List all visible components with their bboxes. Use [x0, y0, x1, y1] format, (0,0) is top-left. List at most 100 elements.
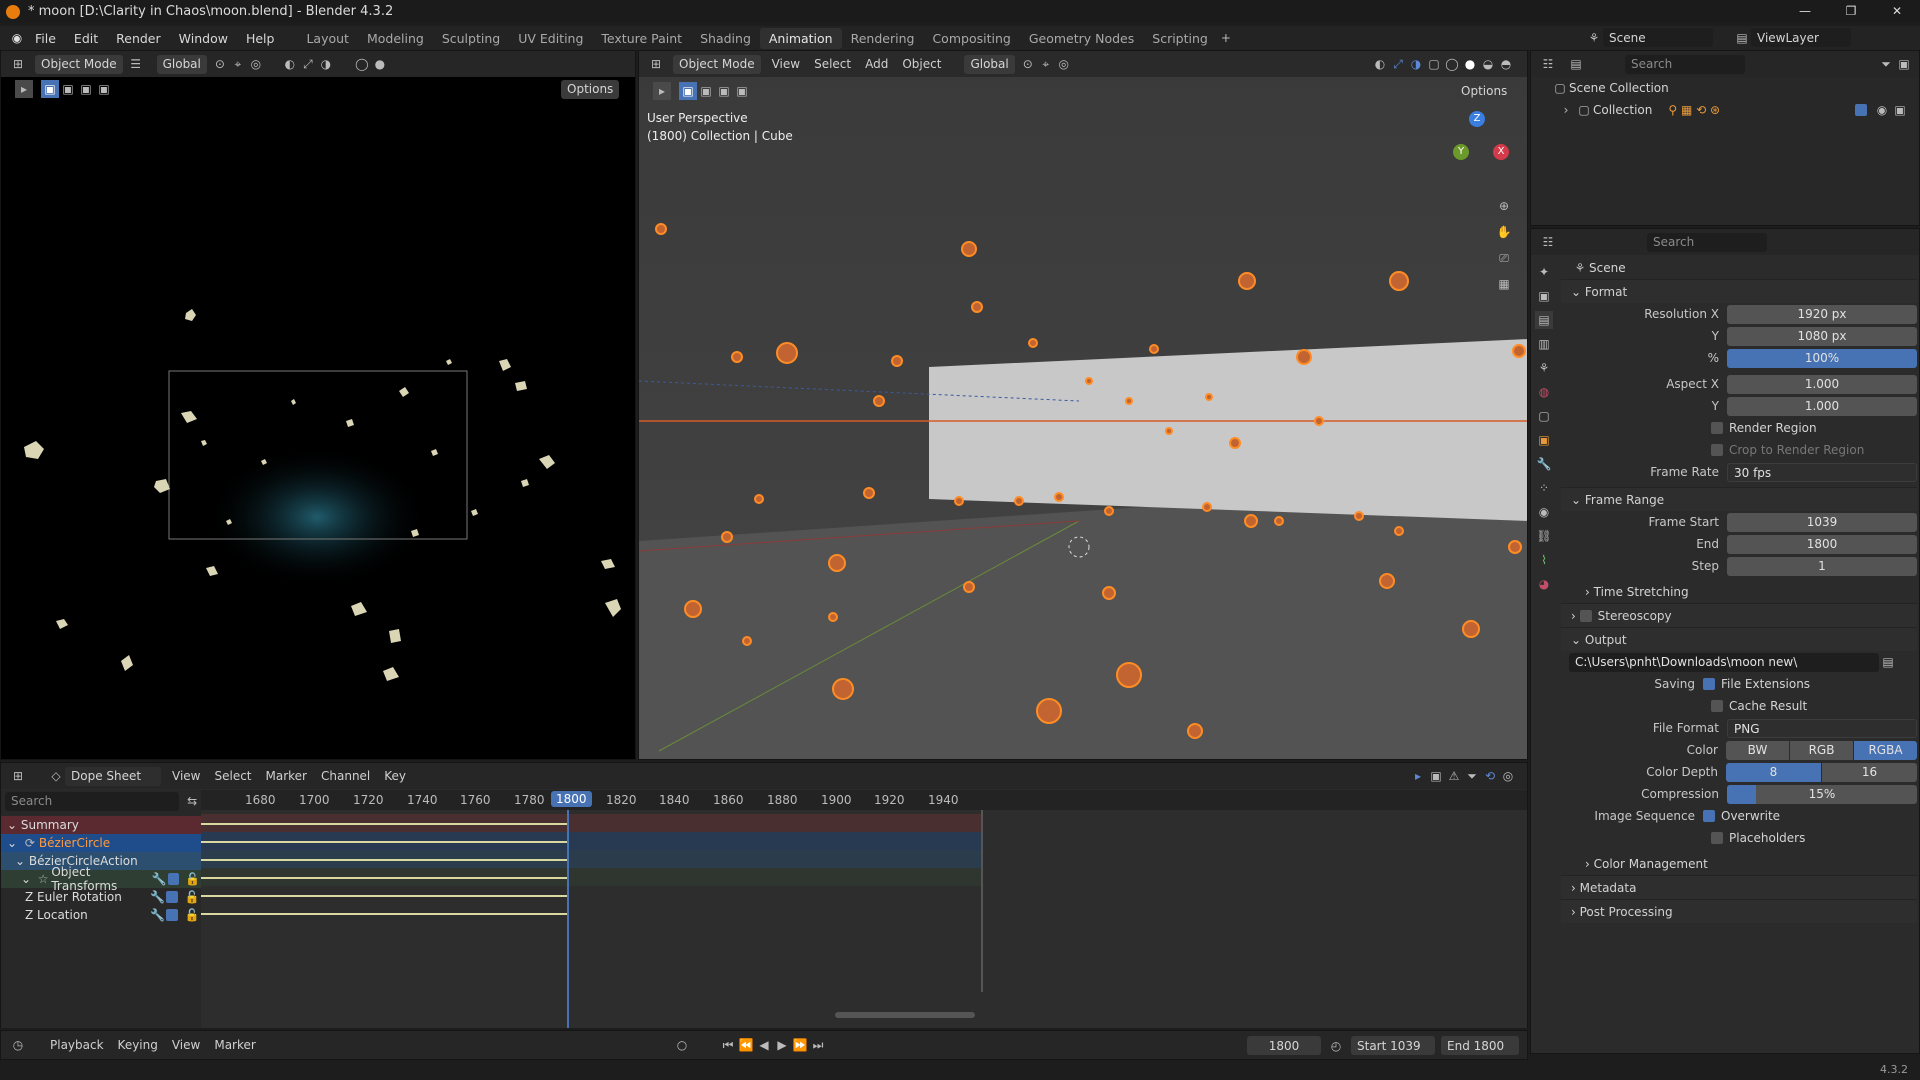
collection-exclude-checkbox[interactable] [1855, 104, 1867, 116]
orientation-dropdown[interactable]: Global [964, 54, 1015, 74]
placeholders-checkbox[interactable] [1711, 832, 1723, 844]
tab-rendering[interactable]: Rendering [842, 28, 924, 49]
menu-file[interactable]: File [26, 31, 65, 46]
modifier-tab-icon[interactable]: 🔧 [1535, 455, 1553, 473]
output-section[interactable]: ⌄ Output [1561, 627, 1917, 651]
aspect-x-field[interactable]: 1.000 [1727, 374, 1917, 394]
select-box-icon[interactable]: ▣ [41, 80, 59, 98]
color-management-subpanel[interactable]: › Color Management [1561, 853, 1917, 875]
menu-object[interactable]: Object [895, 57, 948, 71]
outliner-search[interactable]: Search [1625, 54, 1745, 74]
auto-keying-icon[interactable]: ○ [673, 1036, 691, 1054]
pan-hand-icon[interactable]: ✋ [1495, 223, 1513, 241]
playhead[interactable] [567, 810, 569, 1028]
minimize-button[interactable]: — [1782, 0, 1828, 23]
menu-marker[interactable]: Marker [207, 1038, 262, 1052]
object-tab-icon[interactable]: ▣ [1535, 431, 1553, 449]
snapping-icon[interactable]: ⟲ [1481, 767, 1499, 785]
pivot-icon[interactable]: ⊙ [211, 55, 229, 73]
lock-icon[interactable]: 🔓 [184, 906, 201, 924]
object-mode-dropdown[interactable]: Object Mode [673, 54, 761, 74]
show-hidden-icon[interactable]: ▣ [1427, 767, 1445, 785]
tab-texture-paint[interactable]: Texture Paint [592, 28, 691, 49]
editor-type-icon[interactable]: ⊞ [9, 55, 27, 73]
output-path-field[interactable]: C:\Users\pnht\Downloads\moon new\ [1569, 652, 1879, 672]
viewlayer-selector[interactable]: ViewLayer [1751, 28, 1851, 47]
folder-icon[interactable]: ▤ [1879, 653, 1897, 671]
menu-add[interactable]: Add [858, 57, 895, 71]
filter-icon[interactable]: ⏷ [1463, 767, 1481, 785]
menu-view[interactable]: View [165, 769, 207, 783]
display-mode-icon[interactable]: ▤ [1567, 55, 1585, 73]
time-stretching-subpanel[interactable]: › Time Stretching [1561, 581, 1917, 603]
visibility-icon[interactable]: ◐ [1371, 55, 1389, 73]
select-subtract-icon[interactable]: ▣ [77, 80, 95, 98]
frame-step-field[interactable]: 1 [1727, 556, 1917, 576]
clock-icon[interactable]: ◴ [1327, 1037, 1345, 1055]
editor-type-icon[interactable]: ⊞ [647, 55, 665, 73]
select-subtract-icon[interactable]: ▣ [715, 82, 733, 100]
tab-compositing[interactable]: Compositing [923, 28, 1019, 49]
xray-icon[interactable]: ▢ [1425, 55, 1443, 73]
tab-sculpting[interactable]: Sculpting [433, 28, 509, 49]
select-tool-icon[interactable]: ▸ [653, 82, 671, 100]
channel-z-location[interactable]: Z Location 🔧 🔓 [1, 906, 201, 924]
color-rgba-button[interactable]: RGBA [1854, 740, 1917, 760]
viewlayer-icon[interactable]: ▤ [1733, 29, 1751, 47]
tab-shading[interactable]: Shading [691, 28, 760, 49]
new-collection-icon[interactable]: ▣ [1895, 55, 1913, 73]
resolution-x-field[interactable]: 1920 px [1727, 304, 1917, 324]
options-button[interactable]: Options [1455, 81, 1514, 100]
channel-beziercircle[interactable]: ⌄ ⟳ BézierCircle [1, 834, 201, 852]
frame-end-field[interactable]: 1800 [1727, 534, 1917, 554]
visibility-icon[interactable]: ◐ [281, 55, 299, 73]
maximize-button[interactable]: ❐ [1828, 0, 1874, 23]
editor-type-icon[interactable]: ⊞ [9, 767, 27, 785]
camera-view-icon[interactable]: ⎚ [1495, 249, 1513, 267]
gizmo-y-axis[interactable]: Y [1453, 144, 1469, 160]
select-extend-icon[interactable]: ▣ [697, 82, 715, 100]
horizontal-scrollbar[interactable] [835, 1012, 975, 1018]
channel-mute-checkbox[interactable] [166, 891, 178, 903]
compression-slider[interactable]: 15% [1727, 784, 1917, 804]
close-button[interactable]: ✕ [1874, 0, 1920, 23]
solid-icon[interactable]: ● [1461, 55, 1479, 73]
scene-icon[interactable]: ⚘ [1585, 29, 1603, 47]
menu-playback[interactable]: Playback [43, 1038, 111, 1052]
menu-select[interactable]: Select [807, 57, 858, 71]
resolution-pct-field[interactable]: 100% [1727, 348, 1917, 368]
gizmo-z-axis[interactable]: Z [1469, 111, 1485, 127]
current-frame-indicator[interactable]: 1800 [551, 791, 592, 807]
select-extend-icon[interactable]: ▣ [59, 80, 77, 98]
orientation-dropdown[interactable]: Global [156, 54, 207, 74]
menu-icon[interactable]: ☰ [127, 55, 145, 73]
wrench-icon[interactable]: 🔧 [149, 888, 166, 906]
channel-object-transforms[interactable]: ⌄ ☆ Object Transforms 🔧 🔓 [1, 865, 201, 893]
image-editor[interactable]: ⊞ Object Mode ☰ Global ⊙ ⌖ ◎ ◐ ⤢ ◑ ◯ ● ▸… [0, 50, 636, 760]
material-tab-icon[interactable]: ◕ [1535, 575, 1553, 593]
jump-end-icon[interactable]: ⏭ [809, 1036, 827, 1054]
pivot-icon[interactable]: ⊙ [1019, 55, 1037, 73]
dope-sheet-mode-dropdown[interactable]: Dope Sheet [65, 766, 161, 786]
data-tab-icon[interactable]: ⌇ [1535, 551, 1553, 569]
lock-icon[interactable]: 🔓 [184, 888, 201, 906]
channel-mute-checkbox[interactable] [167, 873, 179, 885]
overlay-icon[interactable]: ◑ [1407, 55, 1425, 73]
select-intersect-icon[interactable]: ▣ [95, 80, 113, 98]
solid-icon[interactable]: ● [371, 55, 389, 73]
editor-type-icon[interactable]: ☷ [1539, 55, 1557, 73]
proportional-icon[interactable]: ◎ [1055, 55, 1073, 73]
options-button[interactable]: Options [561, 79, 620, 99]
tool-tab-icon[interactable]: ✦ [1535, 263, 1553, 281]
add-workspace-icon[interactable]: + [1217, 29, 1235, 47]
depth-16-button[interactable]: 16 [1822, 762, 1917, 782]
frame-start-field[interactable]: 1039 [1727, 512, 1917, 532]
overlay-icon[interactable]: ◑ [317, 55, 335, 73]
collection-tab-icon[interactable]: ▢ [1535, 407, 1553, 425]
proportional-icon[interactable]: ◎ [1499, 767, 1517, 785]
render-tab-icon[interactable]: ▣ [1535, 287, 1553, 305]
menu-help[interactable]: Help [237, 31, 284, 46]
gizmo-icon[interactable]: ⤢ [1389, 55, 1407, 73]
particles-tab-icon[interactable]: ⁘ [1535, 479, 1553, 497]
current-frame-field[interactable]: 1800 [1247, 1036, 1321, 1055]
